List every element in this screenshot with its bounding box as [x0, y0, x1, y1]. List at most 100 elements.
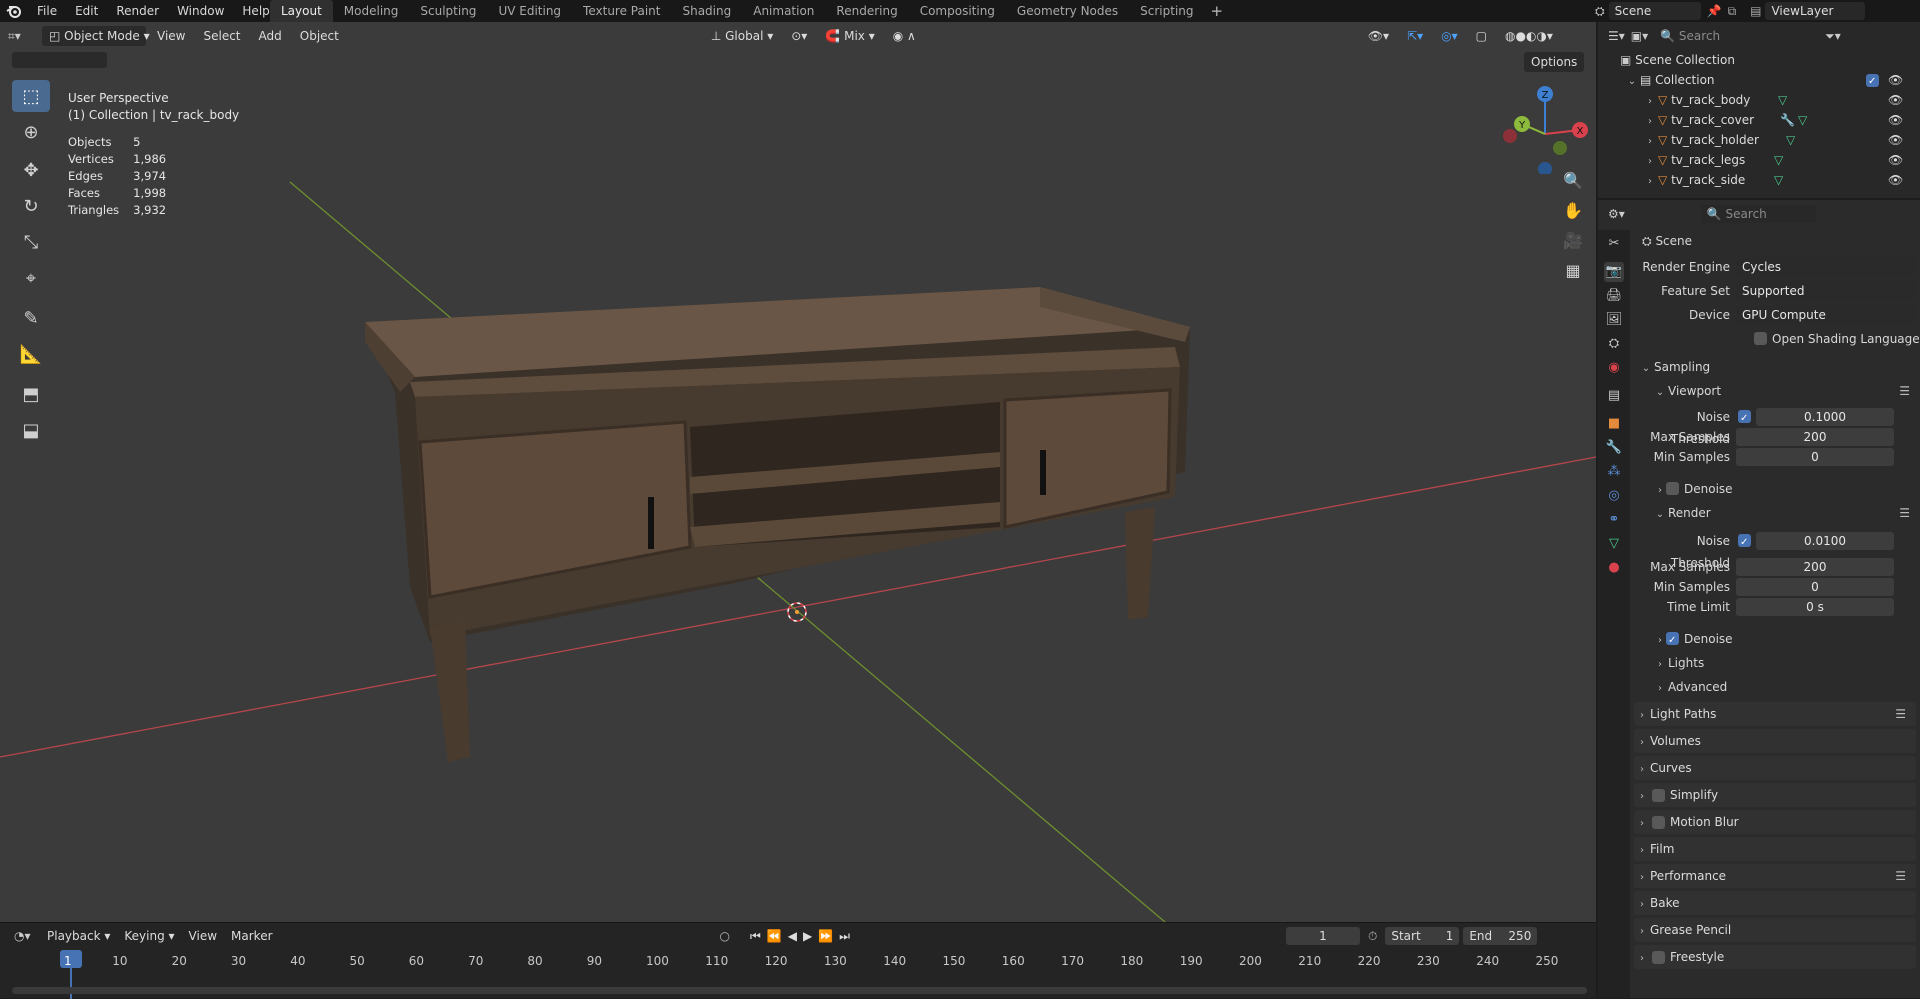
physics-tab-icon[interactable]: ◎ [1604, 486, 1624, 506]
panel-bake[interactable]: › Bake [1634, 891, 1916, 915]
menu-marker[interactable]: Marker [224, 926, 279, 946]
start-frame-field[interactable]: Start 1 [1385, 927, 1460, 945]
display-mode-icon[interactable]: ▣▾ [1631, 26, 1648, 46]
pan-hand-icon[interactable]: ✋ [1559, 198, 1587, 224]
tab-sculpting[interactable]: Sculpting [409, 0, 487, 22]
menu-playback[interactable]: Playback ▾ [40, 926, 117, 946]
tab-geometry-nodes[interactable]: Geometry Nodes [1006, 0, 1129, 22]
sampling-panel[interactable]: ⌄ Sampling [1634, 356, 1920, 378]
viewport-denoise-checkbox[interactable] [1666, 482, 1679, 495]
viewport-noise-checkbox[interactable] [1738, 408, 1751, 430]
viewport-subpanel[interactable]: ⌄ Viewport ☰ [1634, 380, 1920, 402]
blender-logo-icon[interactable] [0, 0, 28, 22]
freestyle-checkbox[interactable] [1652, 951, 1665, 964]
collection-tab-icon[interactable]: ▤ [1604, 386, 1624, 406]
stopwatch-icon[interactable]: ⏱ [1368, 929, 1377, 944]
add-cube-tool-icon[interactable]: ⬒ [12, 378, 50, 410]
view-layer-tab-icon[interactable]: 🖼 [1604, 310, 1624, 330]
menu-render[interactable]: Render [107, 0, 168, 22]
frame-ruler[interactable]: 1 10 20 30 40 50 60 70 80 90 100 110 120 130 140 150 160… [0, 950, 1596, 974]
menu-edit[interactable]: Edit [66, 0, 107, 22]
simplify-checkbox[interactable] [1652, 789, 1665, 802]
render-min-samples-field[interactable]: 0 [1736, 578, 1894, 596]
viewport-denoise-subpanel[interactable]: › Denoise [1634, 478, 1920, 500]
timeline-scrollbar[interactable] [12, 987, 1587, 994]
viewport-max-samples-field[interactable]: 200 [1736, 428, 1894, 446]
tab-animation[interactable]: Animation [742, 0, 825, 22]
menu-add[interactable]: Add [252, 26, 289, 46]
perspective-grid-icon[interactable]: ▦ [1559, 258, 1587, 284]
render-tab-icon[interactable]: 📷 [1604, 262, 1624, 282]
pin-icon[interactable]: 📌 [1707, 4, 1722, 18]
modifier-tab-icon[interactable]: 🔧 [1604, 438, 1624, 458]
add-workspace-button[interactable]: + [1205, 0, 1230, 22]
expand-chevron-icon[interactable]: › [1642, 112, 1658, 132]
object-tab-icon[interactable]: ■ [1604, 414, 1624, 434]
collapse-chevron-icon[interactable]: ⌄ [1624, 72, 1640, 92]
collection-row[interactable]: ⌄▤ Collection 👁 [1598, 70, 1920, 92]
preset-list-icon[interactable]: ☰ [1895, 702, 1906, 726]
render-noise-field[interactable]: 0.0100 [1756, 532, 1894, 550]
editor-type-icon[interactable]: ⌗▾ [8, 29, 38, 44]
expand-chevron-icon[interactable]: › [1642, 152, 1658, 172]
new-scene-icon[interactable]: ⧉ [1728, 4, 1737, 19]
viewport-noise-field[interactable]: 0.1000 [1756, 408, 1894, 426]
panel-simplify[interactable]: › Simplify [1634, 783, 1916, 807]
outliner-item[interactable]: › ▽ tv_rack_holder ▽ 👁 [1598, 130, 1920, 150]
render-denoise-checkbox[interactable] [1666, 630, 1679, 652]
panel-film[interactable]: › Film [1634, 837, 1916, 861]
tab-compositing[interactable]: Compositing [909, 0, 1006, 22]
render-noise-checkbox[interactable] [1738, 532, 1751, 554]
menu-object[interactable]: Object [293, 26, 346, 46]
options-button[interactable]: Options [1524, 52, 1585, 72]
tab-rendering[interactable]: Rendering [825, 0, 908, 22]
panel-motion-blur[interactable]: › Motion Blur [1634, 810, 1916, 834]
expand-chevron-icon[interactable]: › [1642, 132, 1658, 152]
select-mode-buttons[interactable] [12, 52, 107, 68]
move-tool-icon[interactable]: ✥ [12, 154, 50, 186]
snap-dropdown[interactable]: 🧲 Mix ▾ [818, 26, 881, 46]
eye-icon[interactable]: 👁 [1888, 150, 1903, 170]
mode-dropdown[interactable]: ◰ Object Mode ▾ [42, 26, 150, 46]
filter-icon[interactable]: ⏷▾ [1825, 26, 1841, 46]
lights-subpanel[interactable]: › Lights [1634, 652, 1920, 674]
zoom-icon[interactable]: 🔍 [1559, 168, 1587, 194]
menu-view[interactable]: View [150, 26, 192, 46]
render-max-samples-field[interactable]: 200 [1736, 558, 1894, 576]
properties-search[interactable]: 🔍 Search [1700, 205, 1816, 223]
expand-chevron-icon[interactable]: › [1642, 172, 1658, 192]
tool-tab-icon[interactable]: ✂ [1604, 234, 1624, 254]
measure-tool-icon[interactable]: 📐 [12, 338, 50, 370]
render-subpanel[interactable]: ⌄ Render ☰ [1634, 502, 1920, 524]
proportional-edit-icon[interactable]: ◉ ∧ [886, 26, 923, 46]
tab-scripting[interactable]: Scripting [1129, 0, 1204, 22]
shading-modes[interactable]: ◍●◐◑▾ [1498, 26, 1560, 46]
motion-blur-checkbox[interactable] [1652, 816, 1665, 829]
outliner-item[interactable]: › ▽ tv_rack_body ▽ 👁 [1598, 90, 1920, 110]
current-frame-field[interactable]: 1 [1285, 927, 1360, 945]
panel-grease-pencil[interactable]: › Grease Pencil [1634, 918, 1916, 942]
timeline-editor-type-icon[interactable]: ◔▾ [0, 929, 40, 943]
osl-checkbox[interactable] [1754, 332, 1767, 345]
render-denoise-subpanel[interactable]: ›Denoise [1634, 628, 1920, 652]
render-engine-dropdown[interactable]: Cycles [1736, 258, 1916, 276]
xray-icon[interactable]: ▢ [1469, 26, 1494, 46]
annotate-tool-icon[interactable]: ✎ [12, 302, 50, 334]
playback-controls[interactable]: ⏮⏪◀▶⏩⏭ [750, 929, 856, 944]
constraints-tab-icon[interactable]: ⚭ [1604, 510, 1624, 530]
outliner-item[interactable]: › ▽ tv_rack_cover 🔧 ▽ 👁 [1598, 110, 1920, 130]
3d-viewport[interactable]: ⌗▾ ◰ Object Mode ▾ View Select Add Objec… [0, 22, 1596, 922]
autokey-icon[interactable]: ○ [720, 929, 730, 943]
tab-texture-paint[interactable]: Texture Paint [572, 0, 671, 22]
cursor-tool-icon[interactable]: ⊕ [12, 116, 50, 148]
eye-icon[interactable]: 👁 [1888, 110, 1903, 130]
visibility-icon[interactable]: 👁▾ [1361, 26, 1396, 46]
eye-icon[interactable]: 👁 [1888, 130, 1903, 150]
overlay-toggle-icon[interactable]: ◎▾ [1434, 26, 1465, 46]
pivot-dropdown[interactable]: ⊙▾ [784, 26, 814, 46]
eye-icon[interactable]: 👁 [1888, 70, 1903, 90]
expand-chevron-icon[interactable]: › [1642, 92, 1658, 112]
eye-icon[interactable]: 👁 [1888, 170, 1903, 190]
panel-volumes[interactable]: › Volumes [1634, 729, 1916, 753]
tab-layout[interactable]: Layout [270, 0, 333, 22]
